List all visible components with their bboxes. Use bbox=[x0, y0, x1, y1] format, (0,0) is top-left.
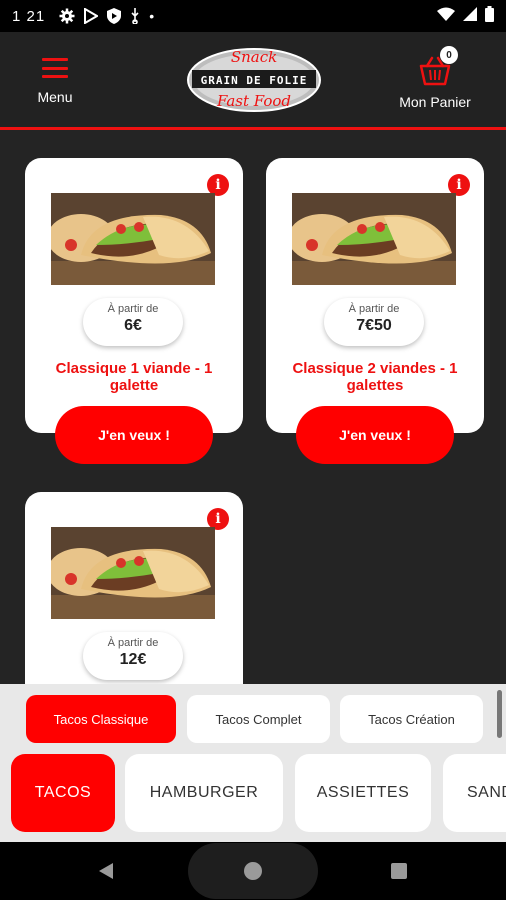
price-from-label: À partir de bbox=[348, 303, 400, 315]
restaurant-logo: Snack GRAIN DE FOLIE Fast Food bbox=[187, 48, 321, 112]
notification-dot: • bbox=[149, 8, 155, 24]
category-tab-hamburger[interactable]: HAMBURGER bbox=[125, 754, 283, 832]
hamburger-icon bbox=[42, 58, 68, 78]
system-nav-bar bbox=[0, 842, 506, 900]
cart-button[interactable]: 0 Mon Panier bbox=[392, 46, 478, 110]
scrollbar[interactable] bbox=[497, 690, 502, 738]
wifi-icon bbox=[437, 7, 455, 26]
product-card: i À partir de 6€ Classique 1 viande - 1 … bbox=[25, 158, 243, 464]
subcategory-tab-tacos-classique[interactable]: Tacos Classique bbox=[26, 695, 176, 743]
price-from-label: À partir de bbox=[107, 303, 159, 315]
category-bar: TACOS HAMBURGER ASSIETTES SAND bbox=[0, 750, 506, 842]
recents-icon[interactable] bbox=[389, 861, 409, 881]
add-to-cart-button[interactable]: J'en veux ! bbox=[296, 406, 454, 464]
cart-count-badge: 0 bbox=[440, 46, 458, 64]
status-bar: 1 21 • bbox=[0, 0, 506, 32]
svg-text:Fast Food: Fast Food bbox=[216, 92, 291, 110]
home-icon[interactable] bbox=[243, 861, 263, 881]
add-to-cart-button[interactable]: J'en veux ! bbox=[55, 406, 213, 464]
price-from-label: À partir de bbox=[107, 637, 159, 649]
category-tab-label: SAND bbox=[467, 784, 506, 801]
back-icon[interactable] bbox=[96, 861, 116, 881]
subcategory-tab-tacos-complet[interactable]: Tacos Complet bbox=[187, 695, 330, 743]
signal-icon bbox=[463, 6, 477, 26]
cart-label: Mon Panier bbox=[399, 94, 471, 110]
subcategory-bar: Tacos Classique Tacos Complet Tacos Créa… bbox=[0, 684, 506, 750]
settings-icon bbox=[59, 8, 75, 24]
price-badge: À partir de 6€ bbox=[83, 298, 183, 346]
taco-image bbox=[51, 193, 215, 285]
header-divider bbox=[0, 127, 506, 130]
status-time: 1 21 bbox=[12, 7, 46, 25]
subcategory-tab-tacos-creation[interactable]: Tacos Création bbox=[340, 695, 483, 743]
menu-label: Menu bbox=[37, 89, 73, 105]
shield-icon bbox=[107, 8, 122, 24]
taco-image bbox=[292, 193, 456, 285]
product-card: i À partir de 7€50 Classique 2 viandes -… bbox=[266, 158, 484, 464]
menu-button[interactable]: Menu bbox=[30, 58, 80, 110]
price-badge: À partir de 12€ bbox=[83, 632, 183, 680]
price-value: 6€ bbox=[124, 317, 142, 334]
product-name: Classique 1 viande - 1 galette bbox=[55, 360, 213, 394]
category-tab-tacos[interactable]: TACOS bbox=[11, 754, 115, 832]
price-value: 12€ bbox=[119, 651, 147, 668]
category-tab-assiettes[interactable]: ASSIETTES bbox=[295, 754, 431, 832]
price-badge: À partir de 7€50 bbox=[324, 298, 424, 346]
category-tab-sandwich[interactable]: SAND bbox=[443, 754, 506, 832]
battery-icon bbox=[485, 5, 494, 27]
product-name: Classique 2 viandes - 1 galettes bbox=[292, 360, 458, 394]
taco-image bbox=[51, 527, 215, 619]
usb-icon bbox=[130, 8, 140, 24]
price-value: 7€50 bbox=[356, 317, 392, 334]
play-store-icon bbox=[84, 8, 99, 24]
svg-text:GRAIN DE FOLIE: GRAIN DE FOLIE bbox=[201, 74, 308, 87]
svg-text:Snack: Snack bbox=[231, 48, 277, 66]
